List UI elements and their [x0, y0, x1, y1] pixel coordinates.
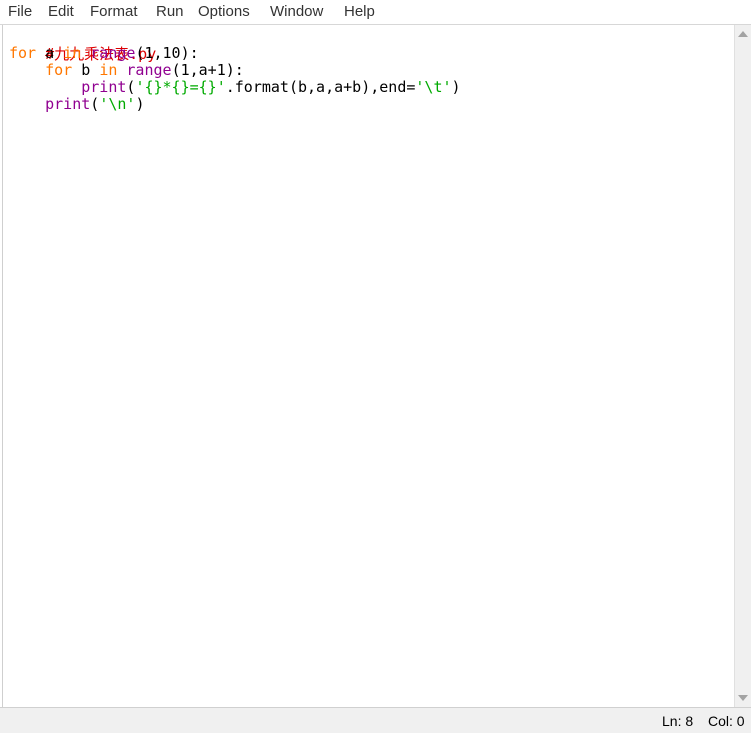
code-text: ): [451, 78, 461, 96]
code-text: ): [135, 95, 145, 113]
code-editor[interactable]: #九九乘法表.py for a in range(1,10): for b in…: [2, 25, 736, 707]
code-text: (1,10):: [135, 44, 199, 62]
code-text: (: [90, 95, 100, 113]
column-number-status: Col: 0: [708, 713, 745, 729]
code-text: b: [72, 61, 100, 79]
builtin: range: [90, 44, 136, 62]
menu-bar: File Edit Format Run Options Window Help: [0, 0, 751, 25]
builtin: print: [45, 95, 91, 113]
scroll-down-arrow-icon[interactable]: [738, 695, 748, 701]
menu-run[interactable]: Run: [154, 2, 186, 22]
code-line-3: for b in range(1,a+1):: [9, 61, 244, 79]
code-text: .format(b,a,a+b),end=: [225, 78, 416, 96]
code-line-2: for a in range(1,10):: [9, 44, 199, 62]
keyword: in: [99, 61, 118, 79]
keyword: for: [45, 61, 73, 79]
keyword: in: [63, 44, 82, 62]
string-literal: '\n': [99, 95, 136, 113]
status-bar: Ln: 8 Col: 0: [0, 707, 751, 733]
menu-window[interactable]: Window: [268, 2, 325, 22]
scroll-up-arrow-icon[interactable]: [738, 31, 748, 37]
vertical-scrollbar[interactable]: [734, 25, 751, 707]
code-line-1: #九九乘法表.py: [9, 27, 156, 63]
line-number-status: Ln: 8: [662, 713, 694, 729]
string-literal: '{}*{}={}': [135, 78, 226, 96]
code-line-5: print('\n'): [9, 95, 144, 113]
code-line-4: print('{}*{}={}'.format(b,a,a+b),end='\t…: [9, 78, 461, 96]
string-literal: '\t': [415, 78, 452, 96]
code-text: (1,a+1):: [171, 61, 244, 79]
menu-format[interactable]: Format: [88, 2, 140, 22]
code-text: a: [36, 44, 64, 62]
menu-file[interactable]: File: [6, 2, 34, 22]
keyword: for: [9, 44, 37, 62]
menu-edit[interactable]: Edit: [46, 2, 76, 22]
menu-options[interactable]: Options: [196, 2, 252, 22]
builtin: range: [126, 61, 172, 79]
menu-help[interactable]: Help: [342, 2, 377, 22]
builtin: print: [81, 78, 127, 96]
